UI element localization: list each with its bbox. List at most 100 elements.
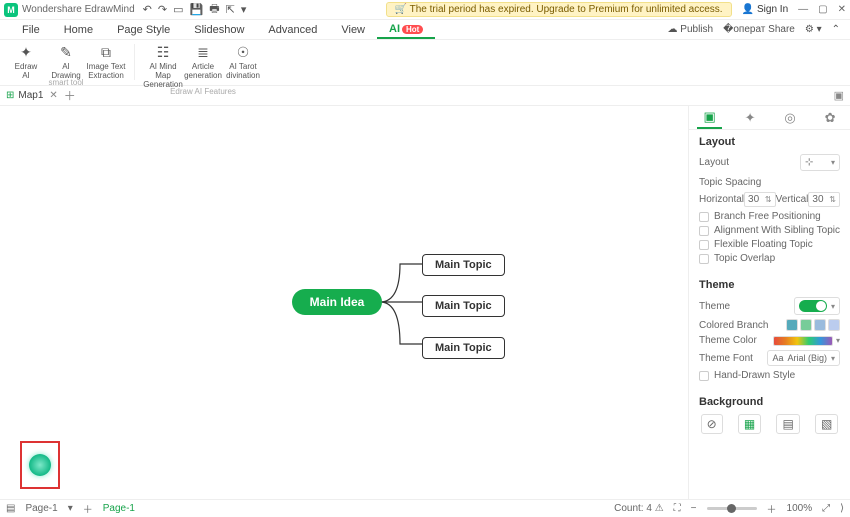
article-icon: ≣ xyxy=(197,44,209,60)
side-tab-mark[interactable]: ◎ xyxy=(778,108,801,128)
pencil-icon: ✎ xyxy=(60,44,72,60)
connectors xyxy=(380,254,425,354)
export-icon[interactable]: ⇱ xyxy=(226,3,235,16)
layout-icon: ⊹ xyxy=(805,157,813,168)
bg-none-icon[interactable]: ⊘ xyxy=(701,414,723,434)
panel-toggle-icon[interactable]: ▣ xyxy=(834,90,844,102)
chevron-down-icon: ▾ xyxy=(831,354,835,363)
ai-orb-icon xyxy=(29,454,51,476)
add-page-icon[interactable]: ＋ xyxy=(83,501,93,516)
fullscreen-icon[interactable]: ⤢ xyxy=(822,503,830,514)
node-topic-2[interactable]: Main Topic xyxy=(422,295,505,317)
close-icon[interactable]: ✕ xyxy=(838,4,846,15)
sparkle-icon: ✦ xyxy=(20,44,32,60)
tab-close-icon[interactable]: ✕ xyxy=(49,90,57,101)
menu-file[interactable]: File xyxy=(10,22,52,38)
qat-more-icon[interactable]: ▾ xyxy=(241,3,247,16)
save-icon[interactable]: 💾 xyxy=(190,3,204,16)
background-title: Background xyxy=(699,396,840,408)
side-tab-layout[interactable]: ▣ xyxy=(697,107,721,129)
ribbon-group-smarttool: smart tool xyxy=(48,78,83,87)
app-logo: M xyxy=(4,3,18,17)
tarot-icon: ☉ xyxy=(237,44,250,60)
fit-icon[interactable]: ⛶ xyxy=(674,503,681,514)
menu-home[interactable]: Home xyxy=(52,22,105,38)
theme-preview-icon xyxy=(799,300,827,312)
side-tab-more[interactable]: ✿ xyxy=(819,108,842,128)
zoom-in-icon[interactable]: ＋ xyxy=(767,501,777,516)
theme-label: Theme xyxy=(699,301,730,312)
undo-icon[interactable]: ↶ xyxy=(143,3,152,16)
menu-advanced[interactable]: Advanced xyxy=(256,22,329,38)
node-topic-1[interactable]: Main Topic xyxy=(422,254,505,276)
check-overlap[interactable]: Topic Overlap xyxy=(699,253,840,264)
horizontal-label: Horizontal xyxy=(699,194,744,205)
print-icon[interactable]: 🖶 xyxy=(209,0,219,19)
ribbon-mindmap-gen[interactable]: ☷AI Mind MapGeneration xyxy=(143,42,183,89)
check-alignment[interactable]: Alignment With Sibling Topic xyxy=(699,225,840,236)
collapse-ribbon-icon[interactable]: ⌃ xyxy=(832,24,840,35)
mindmap-icon: ☷ xyxy=(157,44,170,60)
zoom-slider[interactable] xyxy=(707,507,757,510)
chevron-down-icon: ▾ xyxy=(831,302,835,311)
zoom-value: 100% xyxy=(787,503,813,514)
topic-spacing-label: Topic Spacing xyxy=(699,177,840,188)
signin-button[interactable]: 👤 Sign In xyxy=(742,4,789,15)
menu-ai[interactable]: AIHot xyxy=(377,21,435,39)
maximize-icon[interactable]: ▢ xyxy=(818,4,827,15)
colored-branch-label: Colored Branch xyxy=(699,320,768,331)
share-button[interactable]: �операт Share xyxy=(723,24,795,35)
bg-image-icon[interactable]: ▧ xyxy=(815,414,838,434)
outline-icon[interactable]: ▤ xyxy=(6,503,15,514)
theme-font-label: Theme Font xyxy=(699,353,753,364)
hot-badge: Hot xyxy=(402,25,423,34)
theme-font-select[interactable]: AaArial (Big)▾ xyxy=(767,350,840,366)
ai-assistant-button[interactable] xyxy=(20,441,60,489)
page-dropdown-icon[interactable]: ▾ xyxy=(68,503,73,514)
theme-title: Theme xyxy=(699,279,840,291)
redo-icon[interactable]: ↷ xyxy=(158,3,167,16)
vertical-label: Vertical xyxy=(776,194,809,205)
ribbon-group-aifeatures: Edraw AI Features xyxy=(170,87,236,96)
app-name: Wondershare EdrawMind xyxy=(22,4,135,15)
node-main-idea[interactable]: Main Idea xyxy=(292,289,382,315)
settings-icon[interactable]: ⚙ ▾ xyxy=(805,24,822,35)
ribbon-edraw-ai[interactable]: ✦EdrawAI xyxy=(6,42,46,80)
file-tab[interactable]: ⊞Map1 xyxy=(6,90,43,101)
publish-button[interactable]: ☁ Publish xyxy=(668,24,714,35)
minimize-icon[interactable]: — xyxy=(798,4,808,15)
node-topic-3[interactable]: Main Topic xyxy=(422,337,505,359)
ribbon-tarot[interactable]: ☉AI Tarotdivination xyxy=(223,42,263,80)
vertical-input[interactable]: 30⇅ xyxy=(808,192,840,207)
folder-icon[interactable]: ▭ xyxy=(173,3,183,16)
theme-select[interactable]: ▾ xyxy=(794,297,840,315)
zoom-out-icon[interactable]: − xyxy=(691,503,697,514)
page-name[interactable]: Page-1 xyxy=(25,503,57,514)
menu-slideshow[interactable]: Slideshow xyxy=(182,22,256,38)
check-hand-drawn[interactable]: Hand-Drawn Style xyxy=(699,370,840,381)
page-tab[interactable]: Page-1 xyxy=(103,503,135,514)
layout-title: Layout xyxy=(699,136,840,148)
menu-view[interactable]: View xyxy=(329,22,377,38)
bg-color-icon[interactable]: ▦ xyxy=(738,414,761,434)
image-icon: ⧉ xyxy=(101,44,111,60)
ribbon-article-gen[interactable]: ≣Articlegeneration xyxy=(183,42,223,80)
side-tab-style[interactable]: ✦ xyxy=(739,108,762,128)
ribbon-ai-drawing[interactable]: ✎AIDrawing xyxy=(46,42,86,80)
collapse-panel-icon[interactable]: ⟩ xyxy=(840,503,844,514)
horizontal-input[interactable]: 30⇅ xyxy=(744,192,776,207)
layout-select[interactable]: ⊹▾ xyxy=(800,154,840,171)
menu-pagestyle[interactable]: Page Style xyxy=(105,22,182,38)
bg-grid-icon[interactable]: ▤ xyxy=(776,414,799,434)
count-label: Count: 4 ⚠ xyxy=(614,503,664,514)
trial-banner[interactable]: 🛒 The trial period has expired. Upgrade … xyxy=(386,2,732,17)
tab-add-icon[interactable]: ＋ xyxy=(64,87,76,104)
color-palette[interactable] xyxy=(773,336,833,346)
branch-swatches[interactable] xyxy=(786,319,840,331)
canvas[interactable]: Main Idea Main Topic Main Topic Main Top… xyxy=(0,106,688,499)
chevron-down-icon: ▾ xyxy=(836,336,840,345)
ribbon-image-text[interactable]: ⧉Image TextExtraction xyxy=(86,42,126,80)
check-flexible[interactable]: Flexible Floating Topic xyxy=(699,239,840,250)
check-branch-free[interactable]: Branch Free Positioning xyxy=(699,211,840,222)
layout-label: Layout xyxy=(699,157,729,168)
